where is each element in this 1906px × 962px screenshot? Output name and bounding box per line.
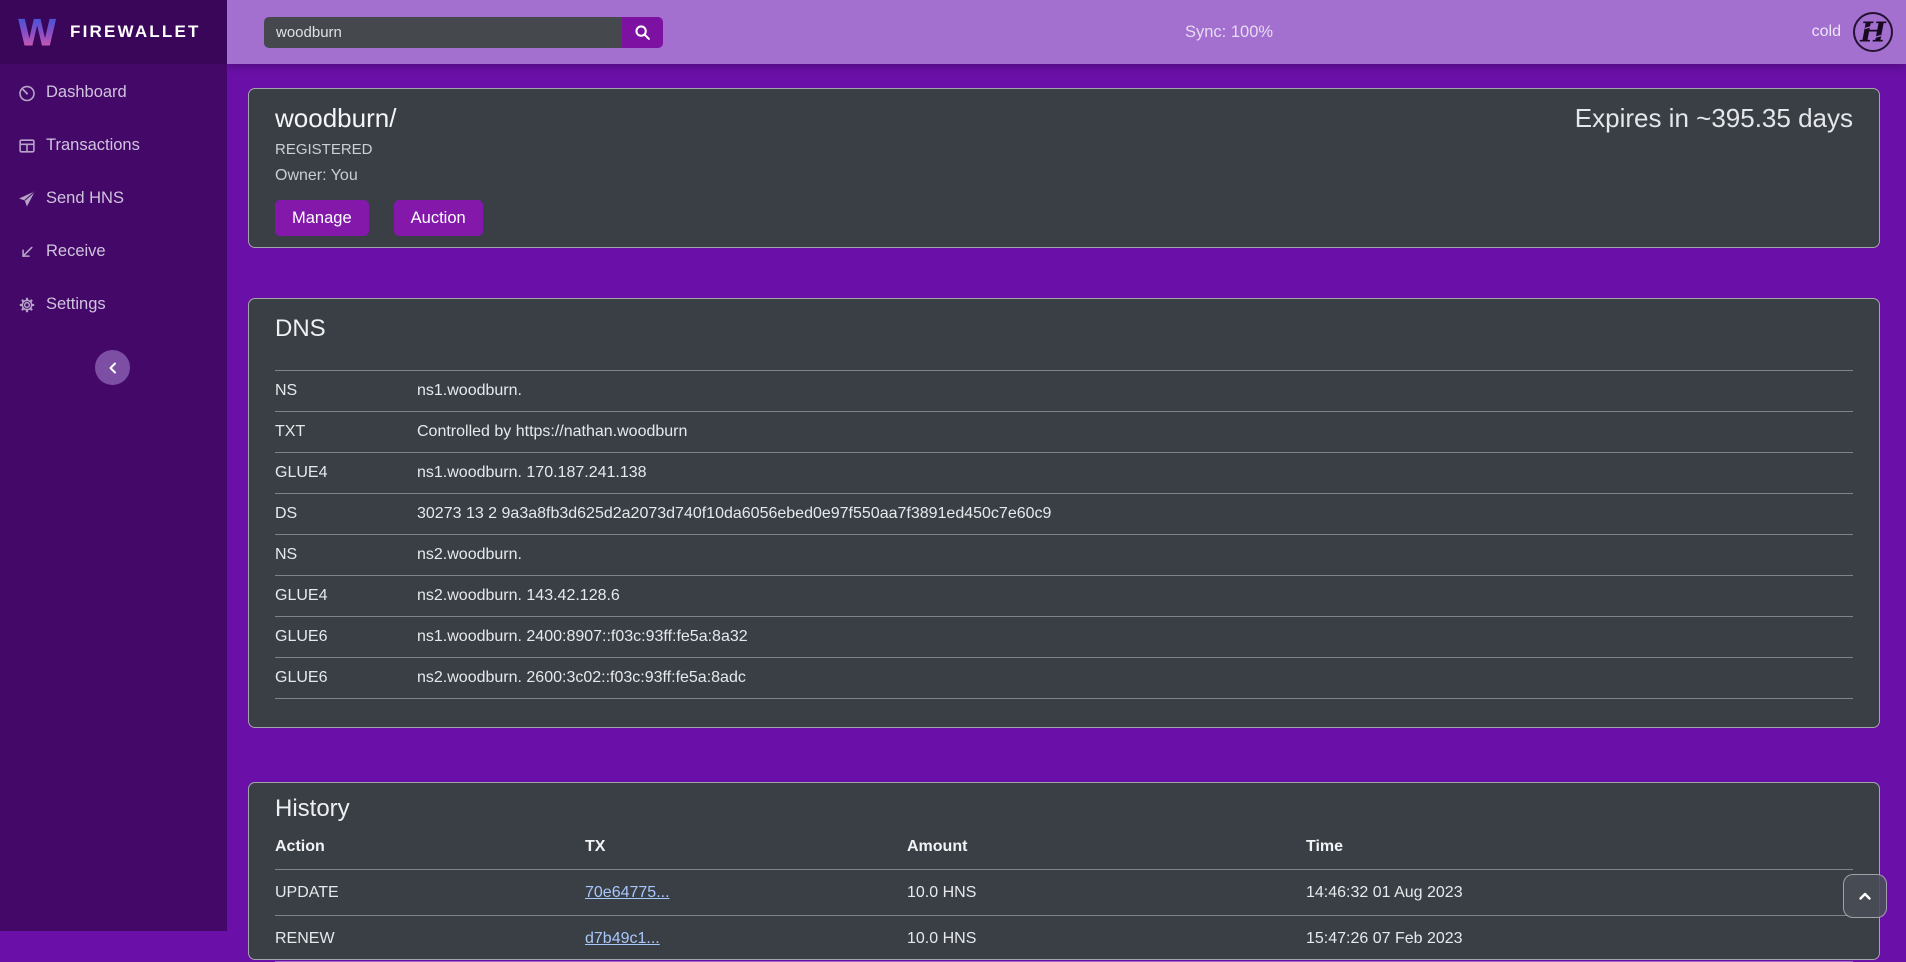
gear-icon	[18, 296, 36, 314]
sidebar-item-label: Transactions	[46, 136, 140, 155]
history-col-amount: Amount	[907, 829, 1306, 870]
brand-name: FIREWALLET	[70, 22, 201, 42]
sidebar-item-label: Dashboard	[46, 83, 127, 102]
dns-record-type: DS	[275, 494, 417, 535]
sidebar-item-label: Settings	[46, 295, 106, 314]
auction-button[interactable]: Auction	[394, 200, 483, 236]
search-icon	[634, 24, 651, 41]
svg-text:H: H	[1859, 18, 1887, 49]
dns-record-row: GLUE6 ns2.woodburn. 2600:3c02::f03c:93ff…	[275, 658, 1853, 699]
dns-record-row: TXT Controlled by https://nathan.woodbur…	[275, 412, 1853, 453]
sidebar-item-label: Send HNS	[46, 189, 124, 208]
svg-text:W: W	[18, 12, 57, 54]
dns-record-value: Controlled by https://nathan.woodburn	[417, 412, 1853, 453]
sidebar-item-send-hns[interactable]: Send HNS	[0, 186, 227, 211]
history-title: History	[275, 795, 1853, 823]
search-input[interactable]	[264, 17, 622, 48]
history-col-action: Action	[275, 829, 585, 870]
handshake-logo-icon: H	[1852, 11, 1894, 53]
dns-record-type: GLUE4	[275, 453, 417, 494]
sync-status: Sync: 100%	[1185, 0, 1273, 64]
domain-owner: Owner: You	[275, 167, 1853, 185]
history-row: RENEW d7b49c1... 10.0 HNS 15:47:26 07 Fe…	[275, 916, 1853, 962]
sidebar-item-settings[interactable]: Settings	[0, 292, 227, 317]
sidebar-collapse-button[interactable]	[95, 350, 130, 385]
dns-record-row: NS ns1.woodburn.	[275, 371, 1853, 412]
manage-button[interactable]: Manage	[275, 200, 369, 236]
search-button[interactable]	[622, 17, 663, 48]
dns-record-value: ns1.woodburn. 170.187.241.138	[417, 453, 1853, 494]
dns-record-value: ns1.woodburn.	[417, 371, 1853, 412]
sidebar-item-dashboard[interactable]: Dashboard	[0, 80, 227, 105]
dns-record-row: GLUE4 ns1.woodburn. 170.187.241.138	[275, 453, 1853, 494]
dns-record-type: NS	[275, 371, 417, 412]
history-card: History Action TX Amount Time UPDATE 70e…	[248, 782, 1880, 960]
send-icon	[18, 190, 36, 208]
sidebar-item-transactions[interactable]: Transactions	[0, 133, 227, 158]
dns-record-type: GLUE6	[275, 617, 417, 658]
sidebar-nav: Dashboard Transactions Send HNS	[0, 80, 227, 345]
history-action: RENEW	[275, 916, 585, 962]
sidebar-item-receive[interactable]: Receive	[0, 239, 227, 264]
scroll-to-top-button[interactable]	[1843, 874, 1887, 918]
sidebar-item-label: Receive	[46, 242, 106, 261]
topbar: Sync: 100% cold H	[227, 0, 1906, 64]
tx-link[interactable]: 70e64775...	[585, 884, 670, 901]
history-table: Action TX Amount Time UPDATE 70e64775...…	[275, 829, 1853, 962]
search-group	[264, 17, 663, 48]
domain-status: REGISTERED	[275, 141, 1853, 158]
history-header-row: Action TX Amount Time	[275, 829, 1853, 870]
domain-card: woodburn/ REGISTERED Owner: You Manage A…	[248, 88, 1880, 248]
history-time: 15:47:26 07 Feb 2023	[1306, 916, 1853, 962]
dns-record-type: NS	[275, 535, 417, 576]
table-icon	[18, 137, 36, 155]
dns-record-row: GLUE4 ns2.woodburn. 143.42.128.6	[275, 576, 1853, 617]
tx-link[interactable]: d7b49c1...	[585, 930, 660, 947]
dns-record-value: ns2.woodburn. 2600:3c02::f03c:93ff:fe5a:…	[417, 658, 1853, 699]
history-time: 14:46:32 01 Aug 2023	[1306, 870, 1853, 916]
dns-record-row: DS 30273 13 2 9a3a8fb3d625d2a2073d740f10…	[275, 494, 1853, 535]
history-amount: 10.0 HNS	[907, 870, 1306, 916]
dns-record-value: ns1.woodburn. 2400:8907::f03c:93ff:fe5a:…	[417, 617, 1853, 658]
dns-record-value: ns2.woodburn.	[417, 535, 1853, 576]
dns-record-row: NS ns2.woodburn.	[275, 535, 1853, 576]
dns-record-row: GLUE6 ns1.woodburn. 2400:8907::f03c:93ff…	[275, 617, 1853, 658]
sidebar-header: W FIREWALLET	[0, 0, 227, 64]
chevron-up-icon	[1855, 886, 1875, 906]
dns-record-type: GLUE4	[275, 576, 417, 617]
history-col-time: Time	[1306, 829, 1853, 870]
dashboard-gauge-icon	[18, 84, 36, 102]
dns-title: DNS	[275, 315, 1853, 343]
wallet-name: cold	[1812, 23, 1841, 41]
history-col-tx: TX	[585, 829, 907, 870]
domain-expires: Expires in ~395.35 days	[1575, 103, 1853, 134]
dns-card: DNS NS ns1.woodburn. TXT Controlled by h…	[248, 298, 1880, 728]
chevron-left-icon	[105, 360, 121, 376]
history-row: UPDATE 70e64775... 10.0 HNS 14:46:32 01 …	[275, 870, 1853, 916]
dns-record-value: 30273 13 2 9a3a8fb3d625d2a2073d740f10da6…	[417, 494, 1853, 535]
history-action: UPDATE	[275, 870, 585, 916]
receive-arrow-icon	[18, 243, 36, 261]
dns-table: NS ns1.woodburn. TXT Controlled by https…	[275, 370, 1853, 699]
history-amount: 10.0 HNS	[907, 916, 1306, 962]
firewallet-logo-icon: W	[18, 10, 58, 54]
dns-record-value: ns2.woodburn. 143.42.128.6	[417, 576, 1853, 617]
wallet-selector[interactable]: cold H	[1812, 0, 1894, 64]
dns-record-type: GLUE6	[275, 658, 417, 699]
sidebar: W FIREWALLET Dashboard Transactions	[0, 0, 227, 931]
dns-record-type: TXT	[275, 412, 417, 453]
